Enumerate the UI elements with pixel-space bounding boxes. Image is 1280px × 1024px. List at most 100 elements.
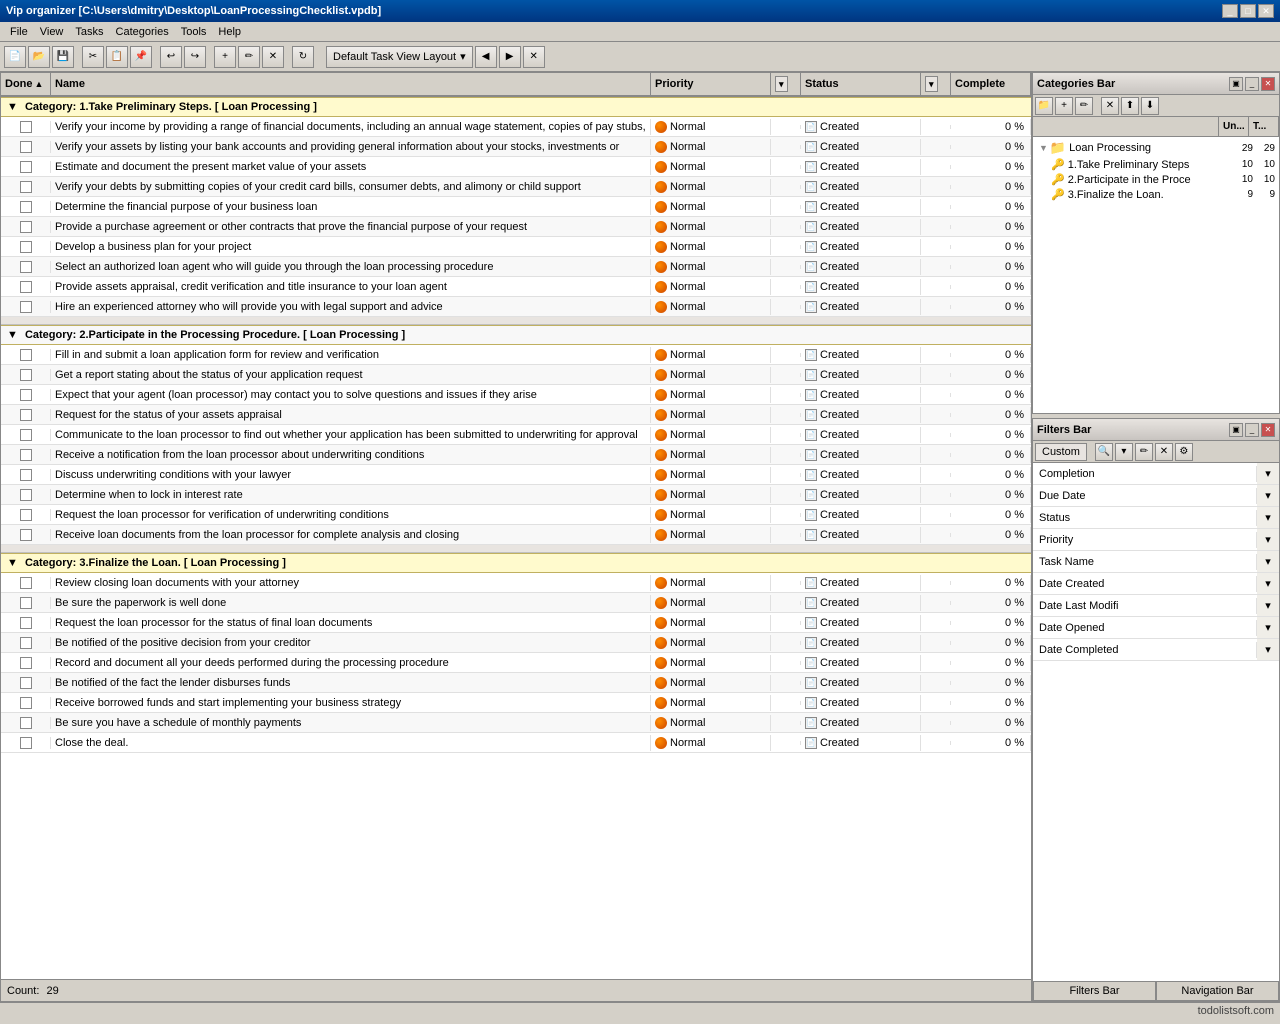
- task-checkbox[interactable]: [20, 677, 32, 689]
- task-done[interactable]: [1, 617, 51, 629]
- tb-layout-x-btn[interactable]: ✕: [523, 46, 545, 68]
- task-checkbox[interactable]: [20, 489, 32, 501]
- task-checkbox[interactable]: [20, 301, 32, 313]
- filter-dropdown-btn[interactable]: ▾: [1257, 573, 1279, 594]
- filter-dropdown-btn[interactable]: ▾: [1257, 595, 1279, 616]
- task-checkbox[interactable]: [20, 697, 32, 709]
- task-checkbox[interactable]: [20, 529, 32, 541]
- task-done[interactable]: [1, 657, 51, 669]
- cat-panel-close[interactable]: ✕: [1261, 77, 1275, 91]
- menu-file[interactable]: File: [4, 24, 34, 40]
- tb-refresh-btn[interactable]: ↻: [292, 46, 314, 68]
- task-done[interactable]: [1, 369, 51, 381]
- tab-filters-bar[interactable]: Filters Bar: [1033, 982, 1156, 1001]
- cat-tb-4[interactable]: ✕: [1101, 97, 1119, 115]
- task-done[interactable]: [1, 301, 51, 313]
- menu-categories[interactable]: Categories: [110, 24, 175, 40]
- close-btn[interactable]: ✕: [1258, 4, 1274, 18]
- task-done[interactable]: [1, 577, 51, 589]
- task-checkbox[interactable]: [20, 509, 32, 521]
- cat-tree-item[interactable]: ▼ 📁 Loan Processing 29 29: [1035, 139, 1277, 157]
- tb-del-btn[interactable]: ✕: [262, 46, 284, 68]
- expand-icon[interactable]: ▼: [1039, 143, 1048, 153]
- task-done[interactable]: [1, 241, 51, 253]
- task-checkbox[interactable]: [20, 449, 32, 461]
- maximize-btn[interactable]: □: [1240, 4, 1256, 18]
- layout-selector[interactable]: Default Task View Layout ▾: [326, 46, 473, 68]
- task-checkbox[interactable]: [20, 369, 32, 381]
- tb-cut-btn[interactable]: ✂: [82, 46, 104, 68]
- task-done[interactable]: [1, 489, 51, 501]
- task-checkbox[interactable]: [20, 617, 32, 629]
- task-done[interactable]: [1, 181, 51, 193]
- task-done[interactable]: [1, 281, 51, 293]
- tb-paste-btn[interactable]: 📌: [130, 46, 152, 68]
- flt-panel-min[interactable]: _: [1245, 423, 1259, 437]
- task-checkbox[interactable]: [20, 597, 32, 609]
- task-checkbox[interactable]: [20, 717, 32, 729]
- task-checkbox[interactable]: [20, 181, 32, 193]
- cat-tb-6[interactable]: ⬇: [1141, 97, 1159, 115]
- tab-navigation-bar[interactable]: Navigation Bar: [1156, 982, 1279, 1001]
- task-done[interactable]: [1, 469, 51, 481]
- tb-copy-btn[interactable]: 📋: [106, 46, 128, 68]
- tb-layout-next-btn[interactable]: ▶: [499, 46, 521, 68]
- flt-tb-5[interactable]: ⚙: [1175, 443, 1193, 461]
- task-done[interactable]: [1, 509, 51, 521]
- menu-tools[interactable]: Tools: [175, 24, 213, 40]
- task-checkbox[interactable]: [20, 657, 32, 669]
- task-checkbox[interactable]: [20, 261, 32, 273]
- task-done[interactable]: [1, 429, 51, 441]
- task-checkbox[interactable]: [20, 737, 32, 749]
- task-checkbox[interactable]: [20, 577, 32, 589]
- task-done[interactable]: [1, 221, 51, 233]
- tb-edit-btn[interactable]: ✏: [238, 46, 260, 68]
- tb-new-btn[interactable]: 📄: [4, 46, 26, 68]
- filter-dropdown-btn[interactable]: ▾: [1257, 507, 1279, 528]
- filter-dropdown-btn[interactable]: ▾: [1257, 617, 1279, 638]
- cat-panel-restore[interactable]: ▣: [1229, 77, 1243, 91]
- priority-sort-btn[interactable]: ▾: [775, 76, 788, 92]
- filter-dropdown-btn[interactable]: ▾: [1257, 485, 1279, 506]
- task-checkbox[interactable]: [20, 141, 32, 153]
- cat3-expand-icon[interactable]: ▼: [7, 557, 18, 569]
- menu-view[interactable]: View: [34, 24, 70, 40]
- cat-tb-3[interactable]: ✏: [1075, 97, 1093, 115]
- tb-add-btn[interactable]: +: [214, 46, 236, 68]
- task-done[interactable]: [1, 697, 51, 709]
- task-done[interactable]: [1, 737, 51, 749]
- task-done[interactable]: [1, 717, 51, 729]
- task-done[interactable]: [1, 121, 51, 133]
- cat-panel-min[interactable]: _: [1245, 77, 1259, 91]
- menu-help[interactable]: Help: [212, 24, 247, 40]
- col-status-sort[interactable]: ▾: [921, 73, 951, 95]
- task-checkbox[interactable]: [20, 389, 32, 401]
- task-done[interactable]: [1, 389, 51, 401]
- task-done[interactable]: [1, 409, 51, 421]
- status-sort-btn[interactable]: ▾: [925, 76, 938, 92]
- task-done[interactable]: [1, 261, 51, 273]
- task-done[interactable]: [1, 529, 51, 541]
- col-priority-sort[interactable]: ▾: [771, 73, 801, 95]
- task-checkbox[interactable]: [20, 349, 32, 361]
- task-checkbox[interactable]: [20, 409, 32, 421]
- filter-dropdown-btn[interactable]: ▾: [1257, 639, 1279, 660]
- task-checkbox[interactable]: [20, 121, 32, 133]
- task-checkbox[interactable]: [20, 429, 32, 441]
- task-done[interactable]: [1, 597, 51, 609]
- task-done[interactable]: [1, 141, 51, 153]
- flt-panel-restore[interactable]: ▣: [1229, 423, 1243, 437]
- task-checkbox[interactable]: [20, 637, 32, 649]
- task-done[interactable]: [1, 201, 51, 213]
- tb-redo-btn[interactable]: ↪: [184, 46, 206, 68]
- minimize-btn[interactable]: _: [1222, 4, 1238, 18]
- flt-tb-4[interactable]: ✕: [1155, 443, 1173, 461]
- cat-tb-5[interactable]: ⬆: [1121, 97, 1139, 115]
- flt-tb-2[interactable]: ▾: [1115, 443, 1133, 461]
- task-checkbox[interactable]: [20, 241, 32, 253]
- task-done[interactable]: [1, 349, 51, 361]
- tb-save-btn[interactable]: 💾: [52, 46, 74, 68]
- flt-tb-1[interactable]: 🔍: [1095, 443, 1113, 461]
- tb-open-btn[interactable]: 📂: [28, 46, 50, 68]
- menu-tasks[interactable]: Tasks: [69, 24, 109, 40]
